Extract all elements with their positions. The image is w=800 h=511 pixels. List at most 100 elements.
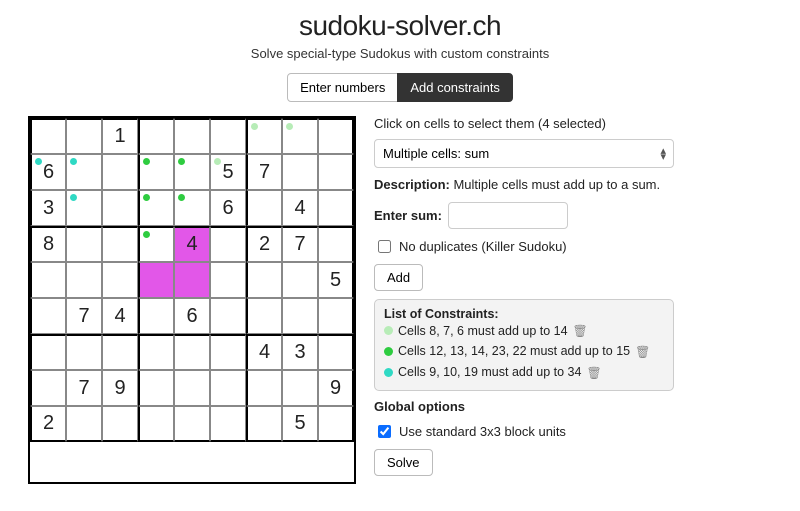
cell-r0c5[interactable] [210,118,246,154]
side-panel: Click on cells to select them (4 selecte… [374,116,674,484]
cell-r0c7[interactable] [282,118,318,154]
cell-r3c4[interactable]: 4 [174,226,210,262]
cell-r8c5[interactable] [210,406,246,442]
cell-r6c4[interactable] [174,334,210,370]
cell-r2c5[interactable]: 6 [210,190,246,226]
cell-r1c5[interactable]: 5 [210,154,246,190]
sum-input[interactable] [448,202,568,229]
cell-r2c8[interactable] [318,190,354,226]
cell-r8c3[interactable] [138,406,174,442]
cell-r5c5[interactable] [210,298,246,334]
cell-r6c1[interactable] [66,334,102,370]
cell-r7c4[interactable] [174,370,210,406]
cell-r4c6[interactable] [246,262,282,298]
constraint-item: Cells 12, 13, 14, 23, 22 must add up to … [384,341,664,362]
cell-r5c0[interactable] [30,298,66,334]
cell-r4c0[interactable] [30,262,66,298]
cell-r8c8[interactable] [318,406,354,442]
cell-r8c1[interactable] [66,406,102,442]
cell-r7c5[interactable] [210,370,246,406]
cell-r0c3[interactable] [138,118,174,154]
cell-r3c0[interactable]: 8 [30,226,66,262]
cell-r6c7[interactable]: 3 [282,334,318,370]
cell-r8c7[interactable]: 5 [282,406,318,442]
cell-r6c8[interactable] [318,334,354,370]
cell-r5c2[interactable]: 4 [102,298,138,334]
cell-r7c3[interactable] [138,370,174,406]
cell-r8c6[interactable] [246,406,282,442]
no-duplicates-checkbox[interactable] [378,240,391,253]
enter-sum-label: Enter sum: [374,208,442,223]
cell-r6c5[interactable] [210,334,246,370]
delete-constraint-icon[interactable]: 🗑 [586,365,601,381]
constraint-type-select[interactable]: Multiple cells: sum [374,139,674,168]
cell-r2c3[interactable] [138,190,174,226]
cell-r0c6[interactable] [246,118,282,154]
cell-r6c3[interactable] [138,334,174,370]
constraint-dot-icon [143,194,150,201]
cell-r1c6[interactable]: 7 [246,154,282,190]
cell-r8c4[interactable] [174,406,210,442]
cell-r7c0[interactable] [30,370,66,406]
cell-r7c8[interactable]: 9 [318,370,354,406]
tab-add-constraints[interactable]: Add constraints [397,73,513,102]
cell-r5c4[interactable]: 6 [174,298,210,334]
global-block-checkbox[interactable] [378,425,391,438]
cell-r7c1[interactable]: 7 [66,370,102,406]
cell-r3c3[interactable] [138,226,174,262]
global-block-row[interactable]: Use standard 3x3 block units [374,422,674,441]
cell-r3c2[interactable] [102,226,138,262]
cell-r1c4[interactable] [174,154,210,190]
cell-r4c7[interactable] [282,262,318,298]
cell-r8c2[interactable] [102,406,138,442]
cell-r6c2[interactable] [102,334,138,370]
cell-r5c3[interactable] [138,298,174,334]
cell-r1c2[interactable] [102,154,138,190]
add-constraint-button[interactable]: Add [374,264,423,291]
cell-r1c3[interactable] [138,154,174,190]
cell-r2c4[interactable] [174,190,210,226]
cell-r2c6[interactable] [246,190,282,226]
cell-r4c3[interactable] [138,262,174,298]
cell-r6c0[interactable] [30,334,66,370]
cell-r2c1[interactable] [66,190,102,226]
cell-r5c8[interactable] [318,298,354,334]
cell-r6c6[interactable]: 4 [246,334,282,370]
cell-r3c7[interactable]: 7 [282,226,318,262]
global-block-label: Use standard 3x3 block units [399,424,566,439]
cell-r3c5[interactable] [210,226,246,262]
cell-r5c6[interactable] [246,298,282,334]
delete-constraint-icon[interactable]: 🗑 [635,344,650,360]
cell-r3c8[interactable] [318,226,354,262]
cell-r8c0[interactable]: 2 [30,406,66,442]
cell-r4c1[interactable] [66,262,102,298]
tab-enter-numbers[interactable]: Enter numbers [287,73,398,102]
cell-r4c4[interactable] [174,262,210,298]
cell-r5c1[interactable]: 7 [66,298,102,334]
cell-r0c0[interactable] [30,118,66,154]
cell-r0c1[interactable] [66,118,102,154]
cell-r0c2[interactable]: 1 [102,118,138,154]
cell-r4c2[interactable] [102,262,138,298]
cell-r1c8[interactable] [318,154,354,190]
cell-r5c7[interactable] [282,298,318,334]
cell-r0c8[interactable] [318,118,354,154]
no-duplicates-row[interactable]: No duplicates (Killer Sudoku) [374,237,674,256]
cell-r3c1[interactable] [66,226,102,262]
delete-constraint-icon[interactable]: 🗑 [573,323,588,339]
cell-r3c6[interactable]: 2 [246,226,282,262]
cell-r1c7[interactable] [282,154,318,190]
cell-r1c0[interactable]: 6 [30,154,66,190]
cell-r7c2[interactable]: 9 [102,370,138,406]
cell-r0c4[interactable] [174,118,210,154]
cell-r2c2[interactable] [102,190,138,226]
cell-r7c7[interactable] [282,370,318,406]
cell-r2c0[interactable]: 3 [30,190,66,226]
cell-r2c7[interactable]: 4 [282,190,318,226]
solve-button[interactable]: Solve [374,449,433,476]
cell-r4c5[interactable] [210,262,246,298]
cell-r1c1[interactable] [66,154,102,190]
constraint-color-icon [384,347,393,356]
cell-r4c8[interactable]: 5 [318,262,354,298]
cell-r7c6[interactable] [246,370,282,406]
